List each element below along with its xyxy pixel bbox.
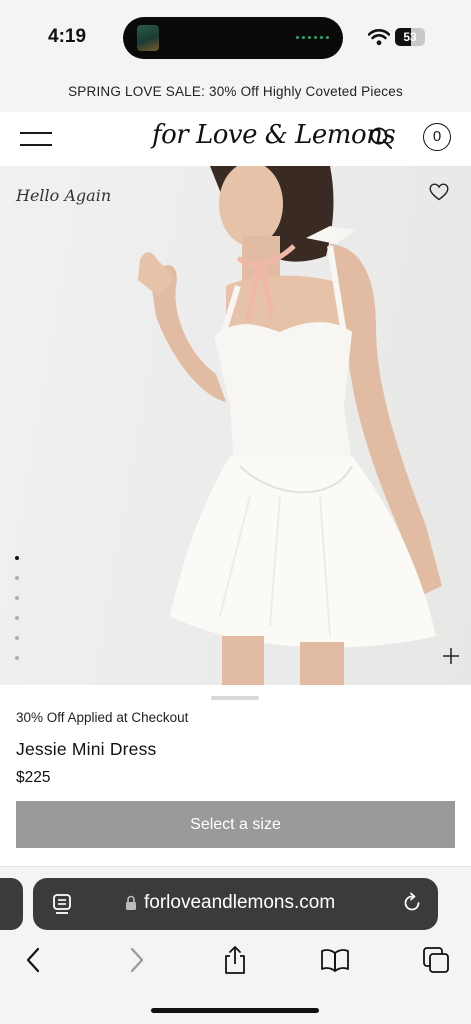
carousel-dot[interactable] — [15, 576, 19, 580]
brand-logo[interactable]: for Love & Lemons — [152, 120, 396, 150]
carousel-dot[interactable] — [15, 556, 19, 560]
discount-note: 30% Off Applied at Checkout — [16, 710, 189, 725]
share-icon[interactable] — [220, 945, 250, 975]
home-indicator[interactable] — [151, 1008, 319, 1013]
forward-icon[interactable] — [121, 945, 151, 975]
tabs-icon[interactable] — [421, 945, 451, 975]
back-icon[interactable] — [19, 945, 49, 975]
now-playing-artwork-icon — [137, 25, 159, 51]
dynamic-island[interactable] — [123, 17, 343, 59]
carousel-dot[interactable] — [15, 636, 19, 640]
product-name: Jessie Mini Dress — [16, 739, 157, 759]
select-size-button[interactable]: Select a size — [16, 801, 455, 848]
product-info-sheet: 30% Off Applied at Checkout Jessie Mini … — [0, 685, 471, 870]
audio-waveform-icon — [296, 36, 329, 39]
lock-icon — [126, 895, 136, 910]
carousel-dot[interactable] — [15, 656, 19, 660]
search-icon[interactable] — [369, 126, 393, 150]
safari-toolbar: forloveandlemons.com — [0, 866, 471, 1024]
bookmarks-icon[interactable] — [320, 945, 350, 975]
previous-tab-preview[interactable] — [0, 878, 23, 930]
carousel-dot[interactable] — [15, 616, 19, 620]
product-price: $225 — [16, 769, 51, 786]
plus-icon[interactable] — [441, 646, 461, 666]
cart-icon[interactable]: 0 — [423, 123, 451, 151]
wifi-icon — [368, 29, 390, 46]
status-bar: 4:19 53 — [0, 0, 471, 78]
battery-level: 53 — [403, 30, 417, 44]
menu-icon[interactable] — [20, 130, 52, 148]
site-header: for Love & Lemons 0 — [0, 112, 471, 166]
page-menu-icon[interactable] — [52, 893, 72, 915]
reload-icon[interactable] — [401, 892, 423, 914]
promo-banner[interactable]: SPRING LOVE SALE: 30% Off Highly Coveted… — [0, 78, 471, 112]
url-text: forloveandlemons.com — [144, 892, 336, 913]
address-bar[interactable]: forloveandlemons.com — [33, 878, 438, 930]
status-time: 4:19 — [48, 26, 87, 47]
product-image[interactable]: Hello Again — [0, 166, 471, 685]
model-photo — [138, 166, 442, 685]
sheet-grabber[interactable] — [211, 696, 259, 700]
carousel-dot[interactable] — [15, 596, 19, 600]
hero-label: Hello Again — [16, 186, 112, 205]
carousel-indicator[interactable] — [15, 556, 19, 676]
battery-icon: 53 — [395, 28, 425, 46]
